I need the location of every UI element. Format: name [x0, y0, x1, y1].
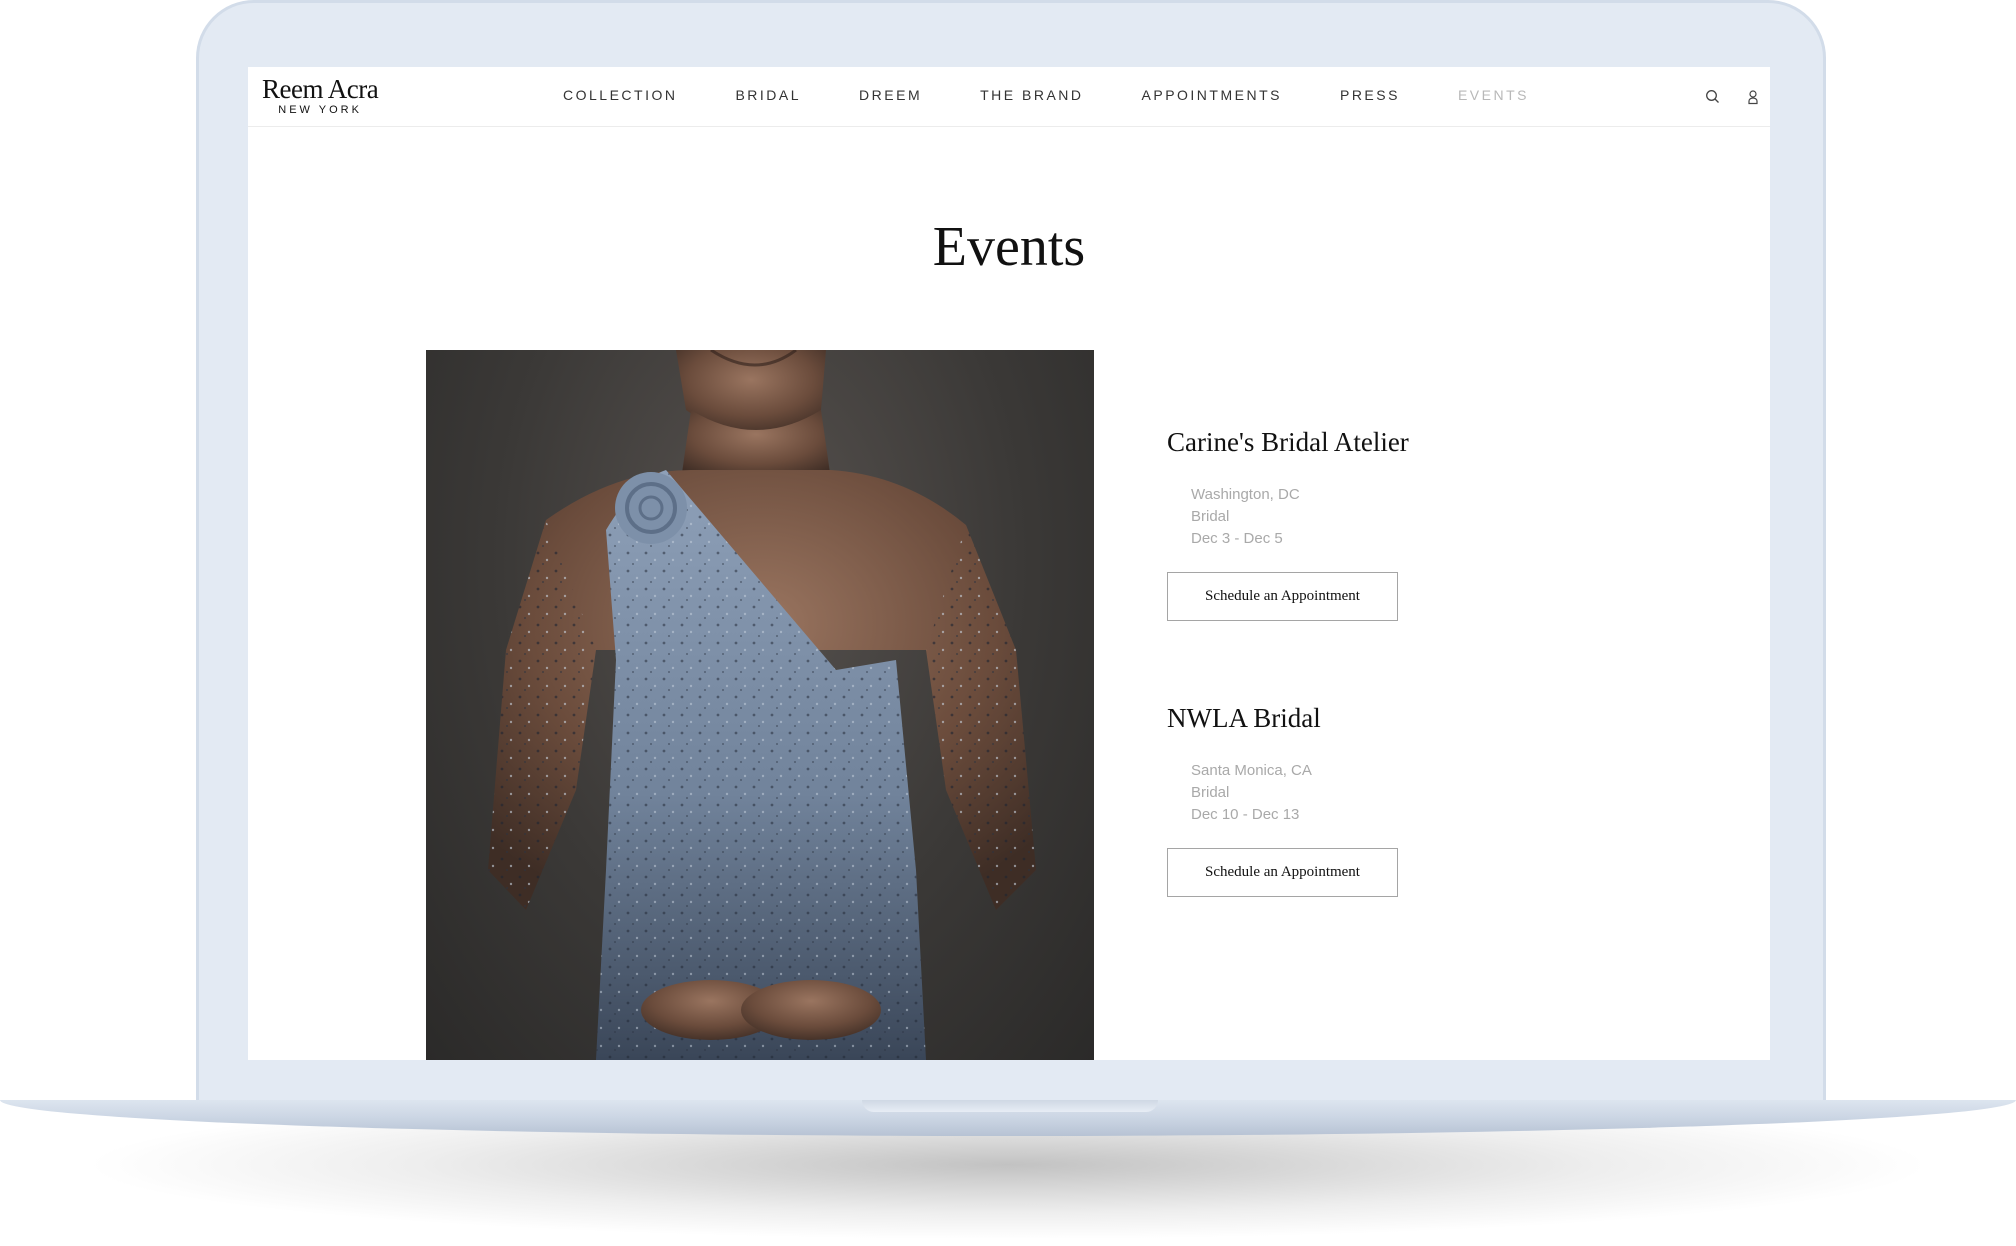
nav-item-press[interactable]: PRESS: [1340, 87, 1400, 103]
event-details: Santa Monica, CA Bridal Dec 10 - Dec 13: [1191, 760, 1567, 826]
event-card: Carine's Bridal Atelier Washington, DC B…: [1167, 427, 1567, 621]
hero-photo: [426, 350, 1094, 1060]
event-location: Washington, DC: [1191, 486, 1300, 503]
event-title: Carine's Bridal Atelier: [1167, 427, 1409, 457]
model-illustration: [488, 350, 1036, 1060]
event-title: NWLA Bridal: [1167, 703, 1321, 733]
event-card: NWLA Bridal Santa Monica, CA Bridal Dec …: [1167, 703, 1567, 897]
site-header: Reem Acra NEW YORK COLLECTION BRIDAL DRE…: [248, 67, 1770, 127]
search-icon[interactable]: [1704, 88, 1722, 106]
brand-logo[interactable]: Reem Acra NEW YORK: [262, 74, 379, 117]
event-details: Washington, DC Bridal Dec 3 - Dec 5: [1191, 484, 1567, 550]
brand-name: Reem Acra: [262, 74, 379, 104]
main-nav: COLLECTION BRIDAL DREEM THE BRAND APPOIN…: [563, 87, 1529, 103]
event-location: Santa Monica, CA: [1191, 762, 1312, 779]
schedule-appointment-button[interactable]: Schedule an Appointment: [1167, 572, 1398, 621]
event-dates: Dec 10 - Dec 13: [1191, 806, 1300, 823]
event-category: Bridal: [1191, 784, 1230, 801]
event-category: Bridal: [1191, 508, 1230, 525]
laptop-notch: [862, 1100, 1158, 1112]
nav-item-bridal[interactable]: BRIDAL: [735, 87, 801, 103]
nav-item-appointments[interactable]: APPOINTMENTS: [1142, 87, 1282, 103]
brand-location: NEW YORK: [278, 104, 362, 116]
browser-screen: Reem Acra NEW YORK COLLECTION BRIDAL DRE…: [248, 67, 1770, 1060]
nav-item-events[interactable]: EVENTS: [1458, 87, 1529, 103]
nav-item-dreem[interactable]: DREEM: [859, 87, 922, 103]
schedule-appointment-button[interactable]: Schedule an Appointment: [1167, 848, 1398, 897]
user-icon[interactable]: [1744, 88, 1762, 106]
page-title: Events: [932, 216, 1086, 278]
nav-item-the-brand[interactable]: THE BRAND: [980, 87, 1083, 103]
nav-item-collection[interactable]: COLLECTION: [563, 87, 677, 103]
event-dates: Dec 3 - Dec 5: [1191, 530, 1283, 547]
